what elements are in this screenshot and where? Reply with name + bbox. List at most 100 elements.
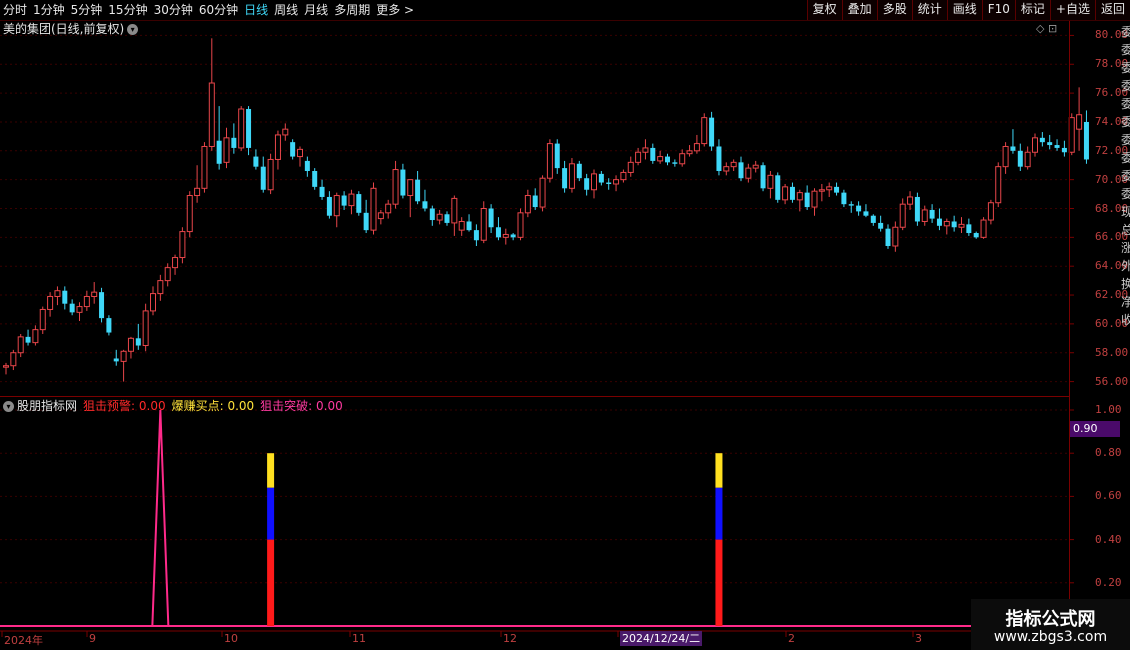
indicator-axis-label: 0.80 <box>1095 446 1122 460</box>
right-strip-label: 委 <box>1121 151 1130 165</box>
candle-body <box>870 215 876 223</box>
indicator-axis-label: 1.00 <box>1095 403 1122 416</box>
date-axis-label: 9 <box>89 632 96 645</box>
candle-body <box>17 336 24 354</box>
right-strip-label: 委 <box>1121 43 1130 57</box>
candle-body <box>1010 146 1016 151</box>
candle-body <box>1002 145 1009 168</box>
candle-body <box>665 156 670 163</box>
candle-body <box>91 291 98 297</box>
candle-body <box>650 147 656 161</box>
candle-body <box>113 358 119 362</box>
candle-body <box>907 196 914 205</box>
candle-body <box>818 189 825 192</box>
candle-body <box>686 150 693 155</box>
candle-body <box>723 166 730 172</box>
chevron-down-icon[interactable]: ▾ <box>127 24 139 35</box>
candle-body <box>150 293 156 312</box>
candle-body <box>1047 142 1053 146</box>
candle-body <box>274 134 281 160</box>
right-strip-label: 现 <box>1121 205 1130 219</box>
candle-body <box>260 166 266 190</box>
candle-body <box>76 306 83 313</box>
candle-body <box>488 208 494 228</box>
candle-body <box>451 197 458 224</box>
candle-body <box>701 117 708 145</box>
indicator-legend-item-0: 狙击预警: 0.00 <box>83 399 166 413</box>
candle-body <box>848 204 854 206</box>
candle-body <box>466 221 472 231</box>
signal-bar-yellow <box>267 453 275 488</box>
date-axis-label: 2 <box>788 632 795 645</box>
candle-body <box>1054 145 1060 148</box>
indicator-axis-label: 0.40 <box>1095 532 1122 546</box>
candle-body <box>973 233 979 238</box>
stock-title-text: 美的集团(日线,前复权) <box>3 22 125 36</box>
candle-body <box>1083 121 1089 160</box>
candle-body <box>164 267 171 282</box>
candle-body <box>642 147 649 153</box>
candle-body <box>613 179 620 185</box>
candle-body <box>25 336 31 343</box>
right-info-strip[interactable]: 委委委委委委委委委委现总涨外换净收 <box>1121 21 1130 631</box>
candle-body <box>246 108 252 148</box>
candle-body <box>782 186 789 201</box>
candle-body <box>863 211 869 216</box>
right-strip-label: 换 <box>1121 277 1130 291</box>
candle-body <box>363 212 369 231</box>
indicator-current-value: 0.90 <box>1070 421 1120 437</box>
candle-body <box>208 82 215 147</box>
candle-body <box>319 186 325 197</box>
candle-body <box>223 137 230 163</box>
candle-body <box>1076 114 1083 130</box>
candle-body <box>1061 147 1067 153</box>
candle-body <box>532 195 538 208</box>
candle-body <box>400 169 406 196</box>
axis-divider <box>1069 21 1070 631</box>
candle-body <box>796 192 803 201</box>
candle-body <box>216 140 222 164</box>
candle-body <box>312 171 318 187</box>
candle-body <box>943 220 950 227</box>
candle-body <box>606 182 612 184</box>
candle-body <box>554 143 560 169</box>
candle-body <box>914 196 920 222</box>
chevron-down-icon[interactable]: ▾ <box>3 401 14 412</box>
candle-body <box>591 173 597 191</box>
watermark-title: 指标公式网 <box>1005 609 1096 630</box>
right-strip-label: 委 <box>1121 97 1130 111</box>
right-strip-label: 委 <box>1121 61 1130 75</box>
indicator-legend-item-1: 爆赚买点: 0.00 <box>171 399 255 413</box>
right-strip-label: 外 <box>1121 259 1130 273</box>
candle-body <box>517 212 524 238</box>
candle-body <box>201 145 208 189</box>
candlestick-chart[interactable] <box>0 0 1130 650</box>
candle-body <box>576 163 582 179</box>
candle-body <box>99 292 105 319</box>
candle-body <box>54 290 61 297</box>
candle-body <box>936 218 942 226</box>
candle-body <box>186 195 193 233</box>
right-strip-label: 委 <box>1121 169 1130 183</box>
signal-bar-red <box>715 539 723 626</box>
candle-body <box>620 171 627 181</box>
signal-bar-yellow <box>715 453 723 488</box>
candle-body <box>3 365 9 368</box>
candle-body <box>62 290 68 304</box>
candle-body <box>804 192 810 208</box>
candle-body <box>841 192 847 205</box>
candle-body <box>562 168 568 189</box>
candle-body <box>341 195 347 206</box>
candle-body <box>627 161 634 173</box>
chart-corner-icons[interactable]: ◇ ⊡ <box>1036 22 1057 35</box>
candle-body <box>231 137 237 148</box>
candle-body <box>290 142 296 157</box>
candle-body <box>524 195 531 214</box>
candle-body <box>987 202 994 221</box>
candle-body <box>693 143 700 152</box>
candle-body <box>377 212 384 220</box>
candle-body <box>584 178 590 190</box>
stock-title[interactable]: 美的集团(日线,前复权) ▾ <box>3 21 139 37</box>
candle-body <box>826 186 833 191</box>
candle-body <box>899 203 906 228</box>
